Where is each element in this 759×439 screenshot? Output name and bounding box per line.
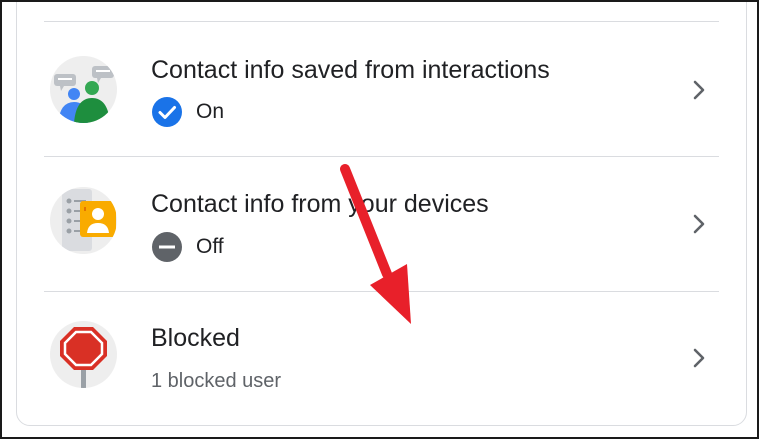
row-title: Blocked <box>151 324 240 352</box>
chevron-right-icon <box>693 214 705 234</box>
settings-item-devices[interactable]: Contact info from your devices Off <box>44 157 719 291</box>
stop-sign-icon <box>50 321 117 388</box>
status-label: Off <box>196 235 224 258</box>
row-title: Contact info from your devices <box>151 190 489 218</box>
row-title: Contact info saved from interactions <box>151 56 550 84</box>
check-circle-icon <box>152 97 182 127</box>
row-subtitle: 1 blocked user <box>151 370 282 392</box>
minus-circle-icon <box>152 232 182 262</box>
screenshot-frame: Contact info saved from interactions On <box>0 0 759 439</box>
chevron-right-icon <box>693 348 705 368</box>
settings-item-blocked[interactable]: Blocked 1 blocked user <box>44 292 719 426</box>
chevron-right-icon <box>693 80 705 100</box>
status-on: On <box>151 95 224 129</box>
status-off: Off <box>151 230 224 264</box>
settings-item-interactions[interactable]: Contact info saved from interactions On <box>44 22 719 156</box>
device-contact-icon <box>50 187 117 254</box>
people-chat-icon <box>50 56 117 123</box>
status-label: On <box>196 100 225 123</box>
